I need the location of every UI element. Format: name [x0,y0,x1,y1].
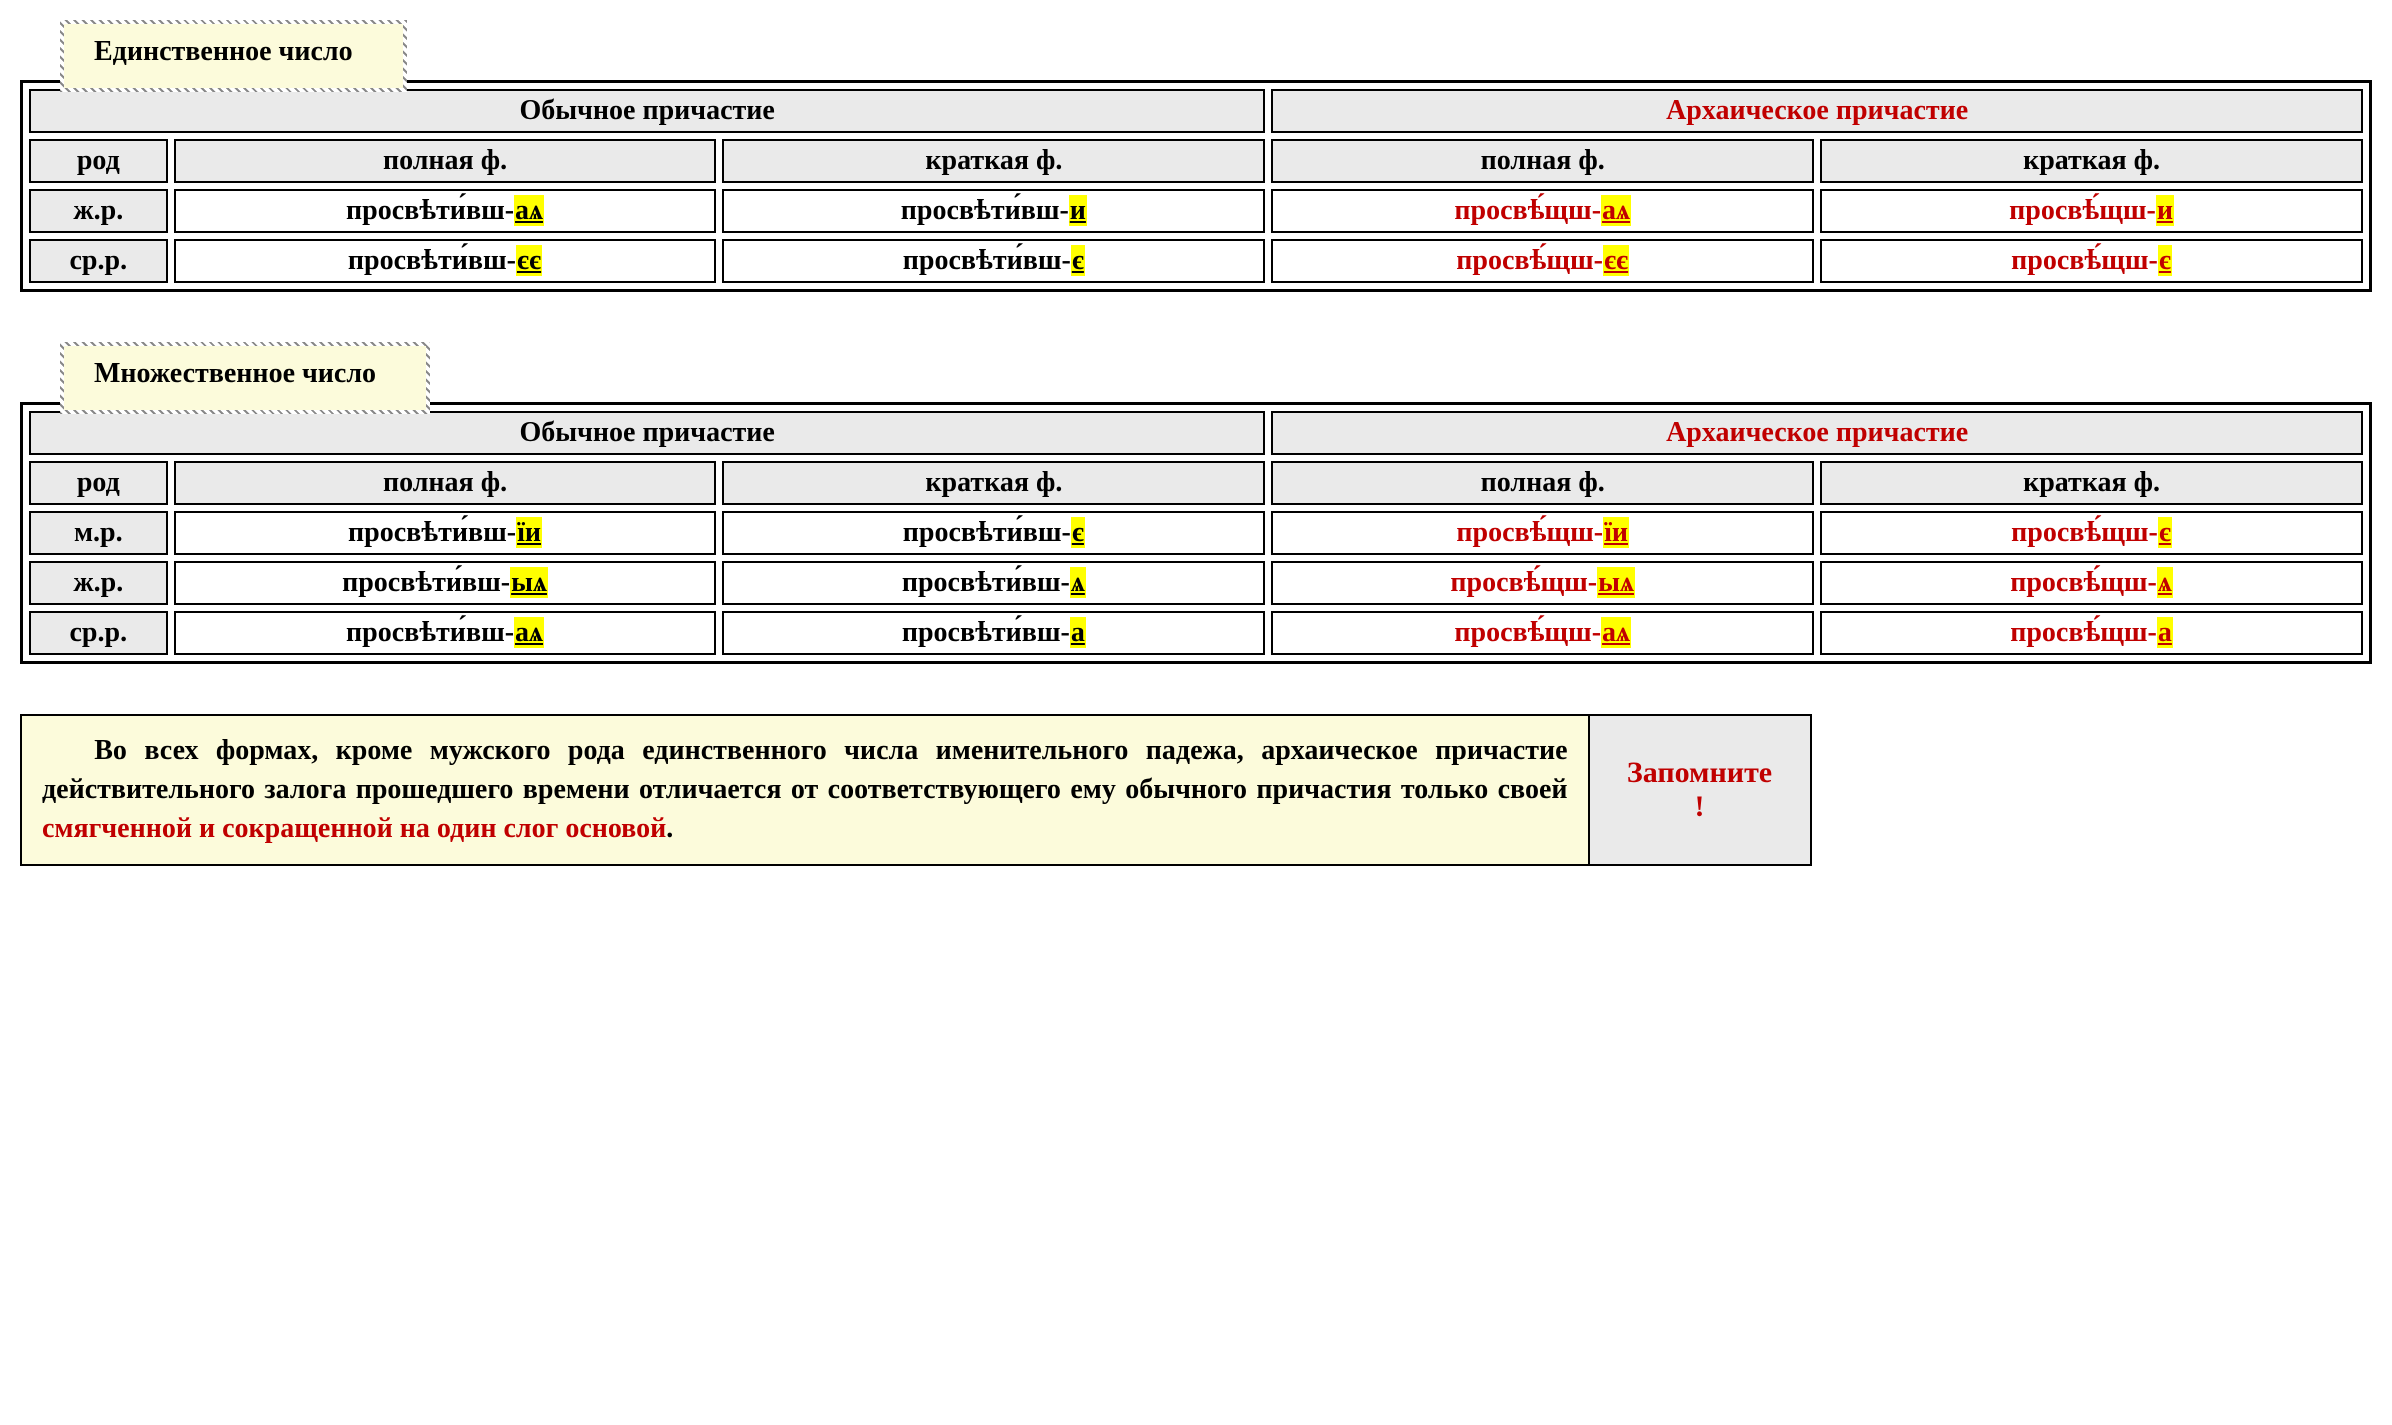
stem: просвѣ́щш- [2010,567,2157,598]
stem: просвѣти́вш- [342,567,510,598]
ending: є [2158,245,2172,276]
gender-cell: м.р. [29,511,168,555]
singular-table: Обычное причастие Архаическое причастие … [20,80,2372,292]
gender-cell: ср.р. [29,611,168,655]
ending: а [2157,617,2173,648]
ending: аѧ [514,195,544,226]
header-short-2: краткая ф. [1820,139,2363,183]
header-archaic: Архаическое причастие [1271,411,2363,455]
form-cell: просвѣ́щш-аѧ [1271,189,1814,233]
gender-cell: ж.р. [29,189,168,233]
stem: просвѣти́вш- [903,517,1071,548]
singular-title: Единственное число [94,36,353,68]
stem: просвѣти́вш- [901,195,1069,226]
header-full-2: полная ф. [1271,139,1814,183]
stem: просвѣти́вш- [348,517,516,548]
header-regular: Обычное причастие [29,89,1265,133]
header-full-1: полная ф. [174,461,717,505]
stem: просвѣ́щш- [1450,567,1597,598]
table-row: ср.р.просвѣти́вш-аѧпросвѣти́вш-апросвѣ́щ… [29,611,2363,655]
stem: просвѣ́щш- [2009,195,2156,226]
stem: просвѣ́щш- [1456,517,1603,548]
header-short-1: краткая ф. [722,461,1265,505]
ending: а [1070,617,1086,648]
ending: є [2158,517,2172,548]
header-gender: род [29,461,168,505]
stem: просвѣти́вш- [902,617,1070,648]
form-cell: просвѣ́щш-а [1820,611,2363,655]
plural-title: Множественное число [94,358,376,390]
form-cell: просвѣти́вш-аѧ [174,611,717,655]
ending: аѧ [1601,195,1631,226]
plural-title-box: Множественное число [60,342,430,414]
stem: просвѣти́вш- [346,617,514,648]
header-archaic: Архаическое причастие [1271,89,2363,133]
stem: просвѣти́вш- [346,195,514,226]
ending: аѧ [1601,617,1631,648]
stem: просвѣ́щш- [2010,617,2157,648]
ending: ыѧ [1597,567,1635,598]
note-label-text: Запомните [1627,756,1772,790]
header-short-2: краткая ф. [1820,461,2363,505]
stem: просвѣ́щш- [1454,617,1601,648]
ending: и [1069,195,1087,226]
form-cell: просвѣти́вш-є [722,511,1265,555]
form-cell: просвѣ́щш-и [1820,189,2363,233]
plural-table: Обычное причастие Архаическое причастие … [20,402,2372,664]
table-row: ср.р.просвѣти́вш-єєпросвѣти́вш-єпросвѣ́щ… [29,239,2363,283]
note-red: смягченной и сокращенной на один слог ос… [42,813,666,844]
ending: и [2156,195,2174,226]
form-cell: просвѣ́щш-ѧ [1820,561,2363,605]
stem: просвѣ́щш- [1456,245,1603,276]
ending: їи [1603,517,1629,548]
header-gender: род [29,139,168,183]
table-row: ж.р.просвѣти́вш-аѧпросвѣти́вш-ипросвѣ́щш… [29,189,2363,233]
form-cell: просвѣти́вш-ыѧ [174,561,717,605]
form-cell: просвѣ́щш-є [1820,239,2363,283]
ending: є [1071,517,1085,548]
note-before: Во всех формах, кроме мужского рода един… [42,735,1568,805]
stem: просвѣ́щш- [1454,195,1601,226]
note-label: Запомните ! [1590,716,1810,864]
form-cell: просвѣти́вш-а [722,611,1265,655]
header-full-1: полная ф. [174,139,717,183]
stem: просвѣти́вш- [348,245,516,276]
note-box: Во всех формах, кроме мужского рода един… [20,714,1812,866]
form-cell: просвѣти́вш-аѧ [174,189,717,233]
stem: просвѣ́щш- [2011,517,2158,548]
form-cell: просвѣ́щш-аѧ [1271,611,1814,655]
stem: просвѣ́щш- [2011,245,2158,276]
form-cell: просвѣти́вш-їи [174,511,717,555]
stem: просвѣти́вш- [902,567,1070,598]
gender-cell: ср.р. [29,239,168,283]
ending: ѧ [2157,567,2173,598]
ending: ѧ [1070,567,1086,598]
header-short-1: краткая ф. [722,139,1265,183]
ending: аѧ [514,617,544,648]
stem: просвѣти́вш- [903,245,1071,276]
singular-title-box: Единственное число [60,20,407,92]
ending: єє [516,245,542,276]
header-regular: Обычное причастие [29,411,1265,455]
table-row: м.р.просвѣти́вш-їипросвѣти́вш-єпросвѣ́щш… [29,511,2363,555]
note-bang: ! [1695,790,1705,824]
gender-cell: ж.р. [29,561,168,605]
form-cell: просвѣ́щш-єє [1271,239,1814,283]
form-cell: просвѣти́вш-ѧ [722,561,1265,605]
table-row: ж.р.просвѣти́вш-ыѧпросвѣти́вш-ѧпросвѣ́щш… [29,561,2363,605]
form-cell: просвѣти́вш-єє [174,239,717,283]
ending: єє [1603,245,1629,276]
header-full-2: полная ф. [1271,461,1814,505]
form-cell: просвѣти́вш-и [722,189,1265,233]
form-cell: просвѣ́щш-ыѧ [1271,561,1814,605]
ending: їи [516,517,542,548]
form-cell: просвѣ́щш-їи [1271,511,1814,555]
form-cell: просвѣ́щш-є [1820,511,2363,555]
note-text: Во всех формах, кроме мужского рода един… [22,716,1590,864]
ending: ыѧ [510,567,548,598]
ending: є [1071,245,1085,276]
note-period: . [666,813,673,844]
form-cell: просвѣти́вш-є [722,239,1265,283]
